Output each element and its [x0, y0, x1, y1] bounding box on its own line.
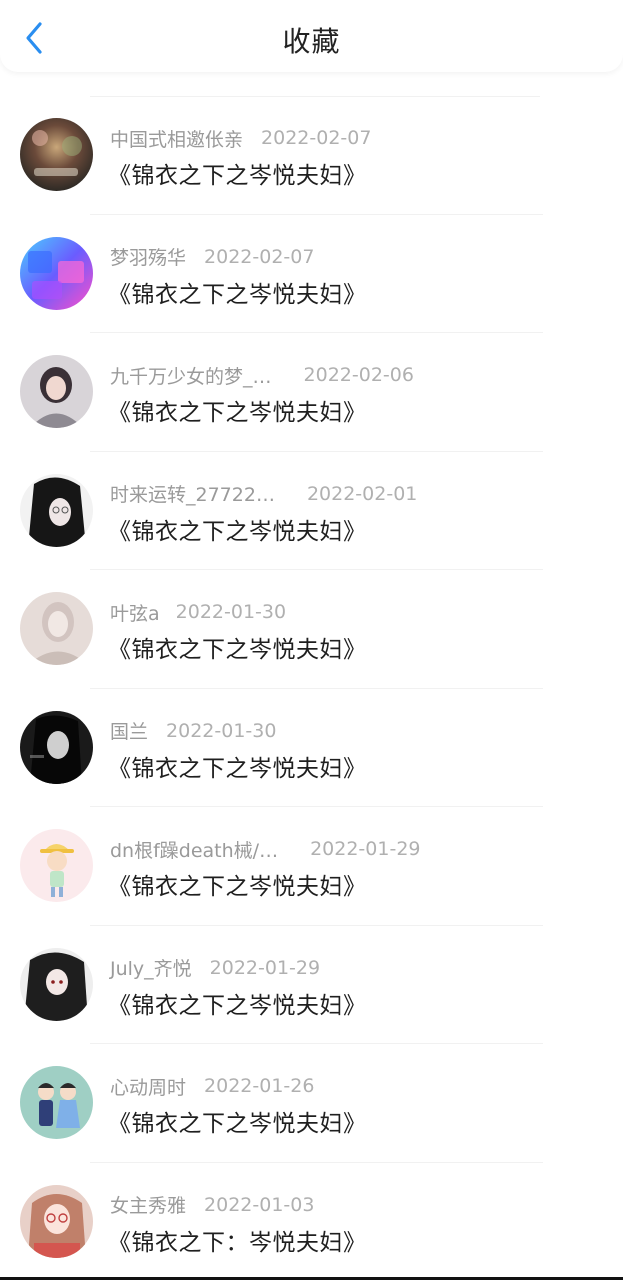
item-meta: dn根f躁death械/… 2022-01-29: [110, 836, 421, 862]
avatar[interactable]: [20, 237, 93, 310]
date: 2022-02-07: [261, 127, 371, 149]
item-title[interactable]: 《锦衣之下之岑悦夫妇》: [108, 867, 367, 901]
avatar[interactable]: [20, 1066, 93, 1139]
avatar[interactable]: [20, 592, 93, 665]
username[interactable]: July_齐悦: [110, 954, 192, 981]
page-title: 收藏: [0, 20, 623, 60]
item-title[interactable]: 《锦衣之下之岑悦夫妇》: [108, 986, 367, 1020]
avatar[interactable]: [20, 118, 93, 191]
username[interactable]: dn根f躁death械/…: [110, 836, 278, 863]
item-meta: 中国式相邀伥亲 2022-02-07: [110, 125, 371, 151]
list-item[interactable]: July_齐悦 2022-01-29 《锦衣之下之岑悦夫妇》: [0, 926, 623, 1045]
list-item[interactable]: 梦羽殇华 2022-02-07 《锦衣之下之岑悦夫妇》: [0, 215, 623, 334]
item-meta: July_齐悦 2022-01-29: [110, 955, 320, 981]
list-item[interactable]: 叶弦a 2022-01-30 《锦衣之下之岑悦夫妇》: [0, 570, 623, 689]
username[interactable]: 国兰: [110, 717, 148, 744]
item-meta: 叶弦a 2022-01-30: [110, 599, 286, 625]
item-title[interactable]: 《锦衣之下之岑悦夫妇》: [108, 275, 367, 309]
top-bar: 收藏: [0, 0, 623, 72]
avatar[interactable]: [20, 948, 93, 1021]
item-title[interactable]: 《锦衣之下：岑悦夫妇》: [108, 1223, 367, 1257]
list-item[interactable]: 女主秀雅 2022-01-03 《锦衣之下：岑悦夫妇》: [0, 1163, 623, 1281]
list-item[interactable]: 国兰 2022-01-30 《锦衣之下之岑悦夫妇》: [0, 689, 623, 808]
list-item[interactable]: dn根f躁death械/… 2022-01-29 《锦衣之下之岑悦夫妇》: [0, 807, 623, 926]
item-title[interactable]: 《锦衣之下之岑悦夫妇》: [108, 512, 367, 546]
avatar[interactable]: [20, 1185, 93, 1258]
list-item[interactable]: 心动周时 2022-01-26 《锦衣之下之岑悦夫妇》: [0, 1044, 623, 1163]
item-meta: 女主秀雅 2022-01-03: [110, 1192, 314, 1218]
username[interactable]: 梦羽殇华: [110, 243, 186, 270]
username[interactable]: 心动周时: [110, 1073, 186, 1100]
date: 2022-01-30: [166, 720, 276, 742]
date: 2022-01-03: [204, 1194, 314, 1216]
item-meta: 心动周时 2022-01-26: [110, 1073, 314, 1099]
item-title[interactable]: 《锦衣之下之岑悦夫妇》: [108, 630, 367, 664]
list-item[interactable]: 时来运转_27722… 2022-02-01 《锦衣之下之岑悦夫妇》: [0, 452, 623, 571]
item-meta: 梦羽殇华 2022-02-07: [110, 244, 314, 270]
date: 2022-02-06: [304, 364, 414, 386]
list-item[interactable]: 中国式相邀伥亲 2022-02-07 《锦衣之下之岑悦夫妇》: [0, 96, 623, 215]
item-title[interactable]: 《锦衣之下之岑悦夫妇》: [108, 393, 367, 427]
avatar[interactable]: [20, 474, 93, 547]
date: 2022-01-29: [210, 957, 320, 979]
favorites-list: 中国式相邀伥亲 2022-02-07 《锦衣之下之岑悦夫妇》 梦羽殇华 2022…: [0, 96, 623, 1281]
username[interactable]: 九千万少女的梦_…: [110, 362, 272, 389]
avatar[interactable]: [20, 711, 93, 784]
date: 2022-01-29: [310, 838, 420, 860]
date: 2022-02-01: [307, 483, 417, 505]
item-meta: 九千万少女的梦_… 2022-02-06: [110, 362, 414, 388]
item-title[interactable]: 《锦衣之下之岑悦夫妇》: [108, 156, 367, 190]
avatar[interactable]: [20, 355, 93, 428]
username[interactable]: 叶弦a: [110, 599, 160, 626]
item-meta: 时来运转_27722… 2022-02-01: [110, 481, 417, 507]
username[interactable]: 女主秀雅: [110, 1191, 186, 1218]
username[interactable]: 时来运转_27722…: [110, 480, 275, 507]
date: 2022-02-07: [204, 246, 314, 268]
date: 2022-01-30: [176, 601, 286, 623]
list-item[interactable]: 九千万少女的梦_… 2022-02-06 《锦衣之下之岑悦夫妇》: [0, 333, 623, 452]
date: 2022-01-26: [204, 1075, 314, 1097]
item-title[interactable]: 《锦衣之下之岑悦夫妇》: [108, 1104, 367, 1138]
avatar[interactable]: [20, 829, 93, 902]
item-title[interactable]: 《锦衣之下之岑悦夫妇》: [108, 749, 367, 783]
item-meta: 国兰 2022-01-30: [110, 718, 276, 744]
username[interactable]: 中国式相邀伥亲: [110, 125, 243, 152]
